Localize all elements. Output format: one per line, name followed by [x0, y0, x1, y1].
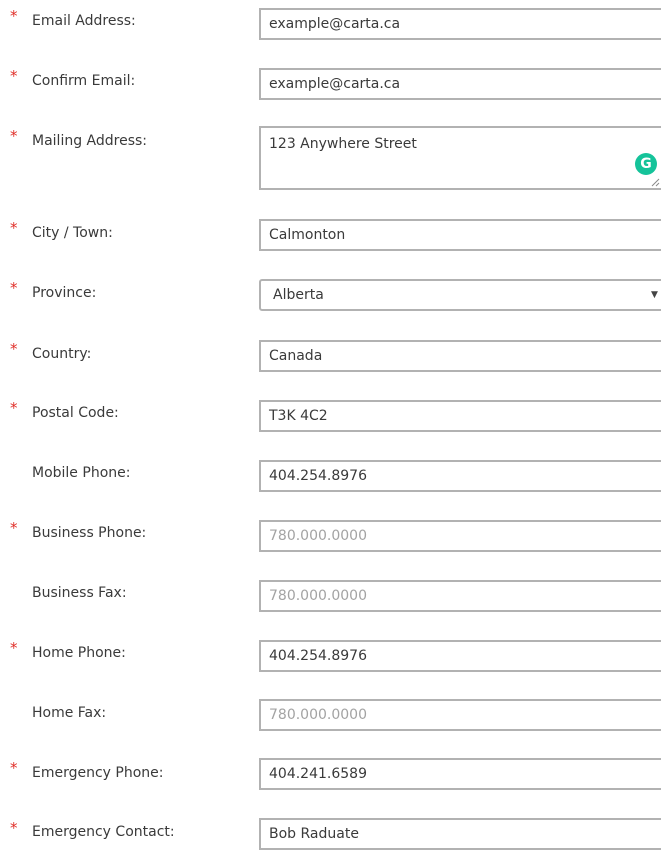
home-fax-label: Home Fax: — [32, 705, 107, 721]
province-select[interactable]: Alberta — [259, 279, 661, 311]
emergency-phone-label: Emergency Phone: — [32, 765, 164, 781]
confirm-email-field[interactable]: example@carta.ca — [259, 68, 661, 100]
emergency-phone-field[interactable]: 404.241.6589 — [259, 758, 661, 790]
required-asterisk: * — [10, 819, 18, 837]
mobile-phone-label: Mobile Phone: — [32, 465, 131, 481]
mobile-phone-field[interactable]: 404.254.8976 — [259, 460, 661, 492]
required-asterisk: * — [10, 279, 18, 297]
email-label: Email Address: — [32, 13, 136, 29]
home-phone-field[interactable]: 404.254.8976 — [259, 640, 661, 672]
business-fax-field[interactable]: 780.000.0000 — [259, 580, 661, 612]
contact-form: * Email Address: example@carta.ca * Conf… — [0, 0, 661, 850]
required-asterisk: * — [10, 639, 18, 657]
home-fax-field[interactable]: 780.000.0000 — [259, 699, 661, 731]
postal-code-field[interactable]: T3K 4C2 — [259, 400, 661, 432]
email-field[interactable]: example@carta.ca — [259, 8, 661, 40]
chevron-down-icon[interactable]: ▼ — [651, 290, 658, 300]
home-phone-label: Home Phone: — [32, 645, 126, 661]
business-fax-label: Business Fax: — [32, 585, 127, 601]
required-asterisk: * — [10, 127, 18, 145]
required-asterisk: * — [10, 519, 18, 537]
emergency-contact-field[interactable]: Bob Raduate — [259, 818, 661, 850]
province-label: Province: — [32, 285, 97, 301]
grammarly-icon[interactable]: G — [635, 153, 657, 175]
required-asterisk: * — [10, 759, 18, 777]
required-asterisk: * — [10, 67, 18, 85]
city-field[interactable]: Calmonton — [259, 219, 661, 251]
business-phone-label: Business Phone: — [32, 525, 147, 541]
resize-handle-icon[interactable] — [650, 177, 660, 187]
mailing-address-textarea[interactable]: 123 Anywhere Street — [259, 126, 661, 190]
confirm-email-label: Confirm Email: — [32, 73, 136, 89]
required-asterisk: * — [10, 399, 18, 417]
country-field[interactable]: Canada — [259, 340, 661, 372]
emergency-contact-label: Emergency Contact: — [32, 824, 175, 840]
mailing-address-label: Mailing Address: — [32, 133, 148, 149]
city-label: City / Town: — [32, 225, 113, 241]
postal-code-label: Postal Code: — [32, 405, 119, 421]
required-asterisk: * — [10, 219, 18, 237]
required-asterisk: * — [10, 7, 18, 25]
required-asterisk: * — [10, 340, 18, 358]
country-label: Country: — [32, 346, 92, 362]
business-phone-field[interactable]: 780.000.0000 — [259, 520, 661, 552]
